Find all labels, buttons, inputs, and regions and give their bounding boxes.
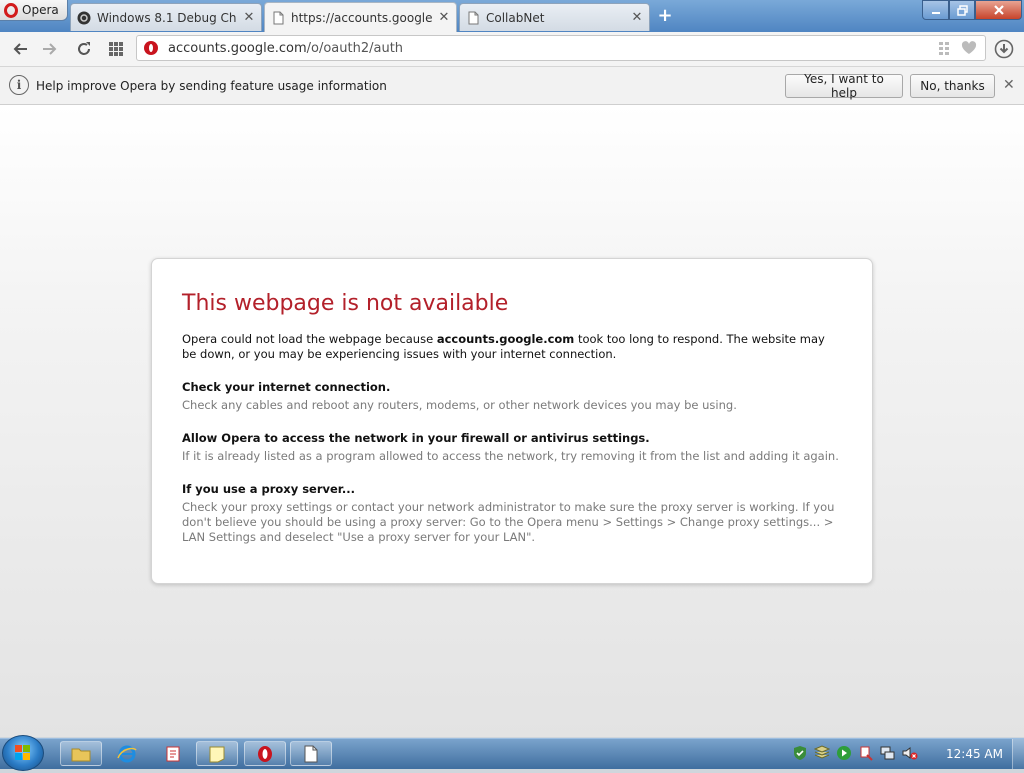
intro-host: accounts.google.com [436,332,575,346]
opera-logo-icon [4,2,18,18]
info-icon: i [9,75,29,95]
tab-google-accounts[interactable]: https://accounts.google.c ✕ [264,2,457,32]
heart-icon[interactable] [961,41,977,55]
taskbar-clock[interactable]: 12:45 AM [946,747,1003,761]
url-path: /o/oauth2/auth [306,40,404,56]
window-minimize-button[interactable] [922,0,949,20]
internet-explorer-icon [117,745,137,762]
reload-button[interactable] [74,39,94,59]
tip-heading: Check your internet connection. [182,380,391,394]
arrow-right-icon [43,43,57,55]
tab-close-icon[interactable]: ✕ [243,10,255,25]
taskbar: 12:45 AM [0,735,1024,771]
url-host: accounts.google.com [168,40,307,56]
stack-icon[interactable] [814,745,830,761]
tip-body: If it is already listed as a program all… [182,449,839,463]
tab-strip: Opera Windows 8.1 Debug Chec ✕ https://a… [0,0,1024,32]
reload-icon [78,42,90,55]
opera-icon [258,745,272,762]
info-bar-close-icon[interactable]: ✕ [1003,77,1015,93]
page-icon [273,11,284,24]
windows-logo-icon [15,745,30,760]
intro-text-before: Opera could not load the webpage because [182,332,437,346]
navigation-bar: accounts.google.com/o/oauth2/auth [0,32,1024,67]
tab-close-icon[interactable]: ✕ [631,10,643,25]
taskbar-internet-explorer[interactable] [106,741,148,766]
security-shield-icon[interactable] [792,745,808,761]
opera-menu-label: Opera [22,3,59,17]
taskbar-app[interactable] [152,741,194,766]
tip-internet-connection: Check your internet connection. Check an… [182,380,842,413]
downloads-button[interactable] [994,39,1014,59]
folder-icon [71,748,91,761]
close-icon [993,5,1004,15]
page-content: This webpage is not available Opera coul… [0,105,1024,737]
tab-title: CollabNet [486,10,545,25]
window-restore-button[interactable] [949,0,975,20]
address-bar[interactable]: accounts.google.com/o/oauth2/auth [136,35,986,61]
network-app-icon [166,746,180,761]
window-close-button[interactable] [975,0,1022,20]
yes-help-button[interactable]: Yes, I want to help [785,72,903,100]
tip-firewall: Allow Opera to access the network in you… [182,431,842,464]
new-tab-plus-icon[interactable]: + [656,7,674,25]
no-thanks-button[interactable]: No, thanks [910,74,995,98]
minimize-icon [931,12,940,14]
opera-menu-button[interactable]: Opera [0,0,68,21]
info-bar: i Help improve Opera by sending feature … [0,67,1024,105]
tab-close-icon[interactable]: ✕ [438,10,450,25]
taskbar-document[interactable] [290,741,332,766]
taskbar-explorer[interactable] [60,741,102,766]
grid-icon [109,42,123,56]
document-icon [304,745,318,762]
error-card: This webpage is not available Opera coul… [151,258,873,584]
page-icon [468,11,479,24]
speed-dial-button[interactable] [106,39,126,59]
notepad-icon [209,746,225,762]
url-text[interactable]: accounts.google.com/o/oauth2/auth [168,41,403,56]
back-button[interactable] [10,39,30,59]
tip-proxy: If you use a proxy server... Check your … [182,482,842,545]
show-desktop-button[interactable] [1012,739,1024,769]
restore-icon [956,4,968,16]
tip-body: Check your proxy settings or contact you… [182,500,835,544]
taskbar-opera[interactable] [244,741,286,766]
info-bar-message: Help improve Opera by sending feature us… [36,79,387,93]
tip-heading: Allow Opera to access the network in you… [182,431,650,445]
tip-heading: If you use a proxy server... [182,482,355,496]
network-icon[interactable] [880,745,896,761]
volume-muted-icon[interactable] [902,745,918,761]
download-icon [994,39,1014,59]
arrow-left-icon [13,43,27,55]
forward-button[interactable] [40,39,60,59]
play-icon[interactable] [836,745,852,761]
tab-windows-debug[interactable]: Windows 8.1 Debug Chec ✕ [70,3,262,31]
tip-body: Check any cables and reboot any routers,… [182,398,737,412]
network-config-icon[interactable] [858,745,874,761]
opera-dark-icon [77,11,91,24]
tab-title: https://accounts.google.c [291,10,432,25]
tab-collabnet[interactable]: CollabNet ✕ [459,3,650,31]
error-intro: Opera could not load the webpage because… [182,332,842,362]
start-button[interactable] [2,735,44,771]
tab-title: Windows 8.1 Debug Chec [97,10,237,25]
stash-grid-icon[interactable] [939,41,955,55]
system-tray [792,745,918,761]
taskbar-notepad[interactable] [196,741,238,766]
error-title: This webpage is not available [182,291,509,316]
opera-badge-icon [144,41,158,55]
